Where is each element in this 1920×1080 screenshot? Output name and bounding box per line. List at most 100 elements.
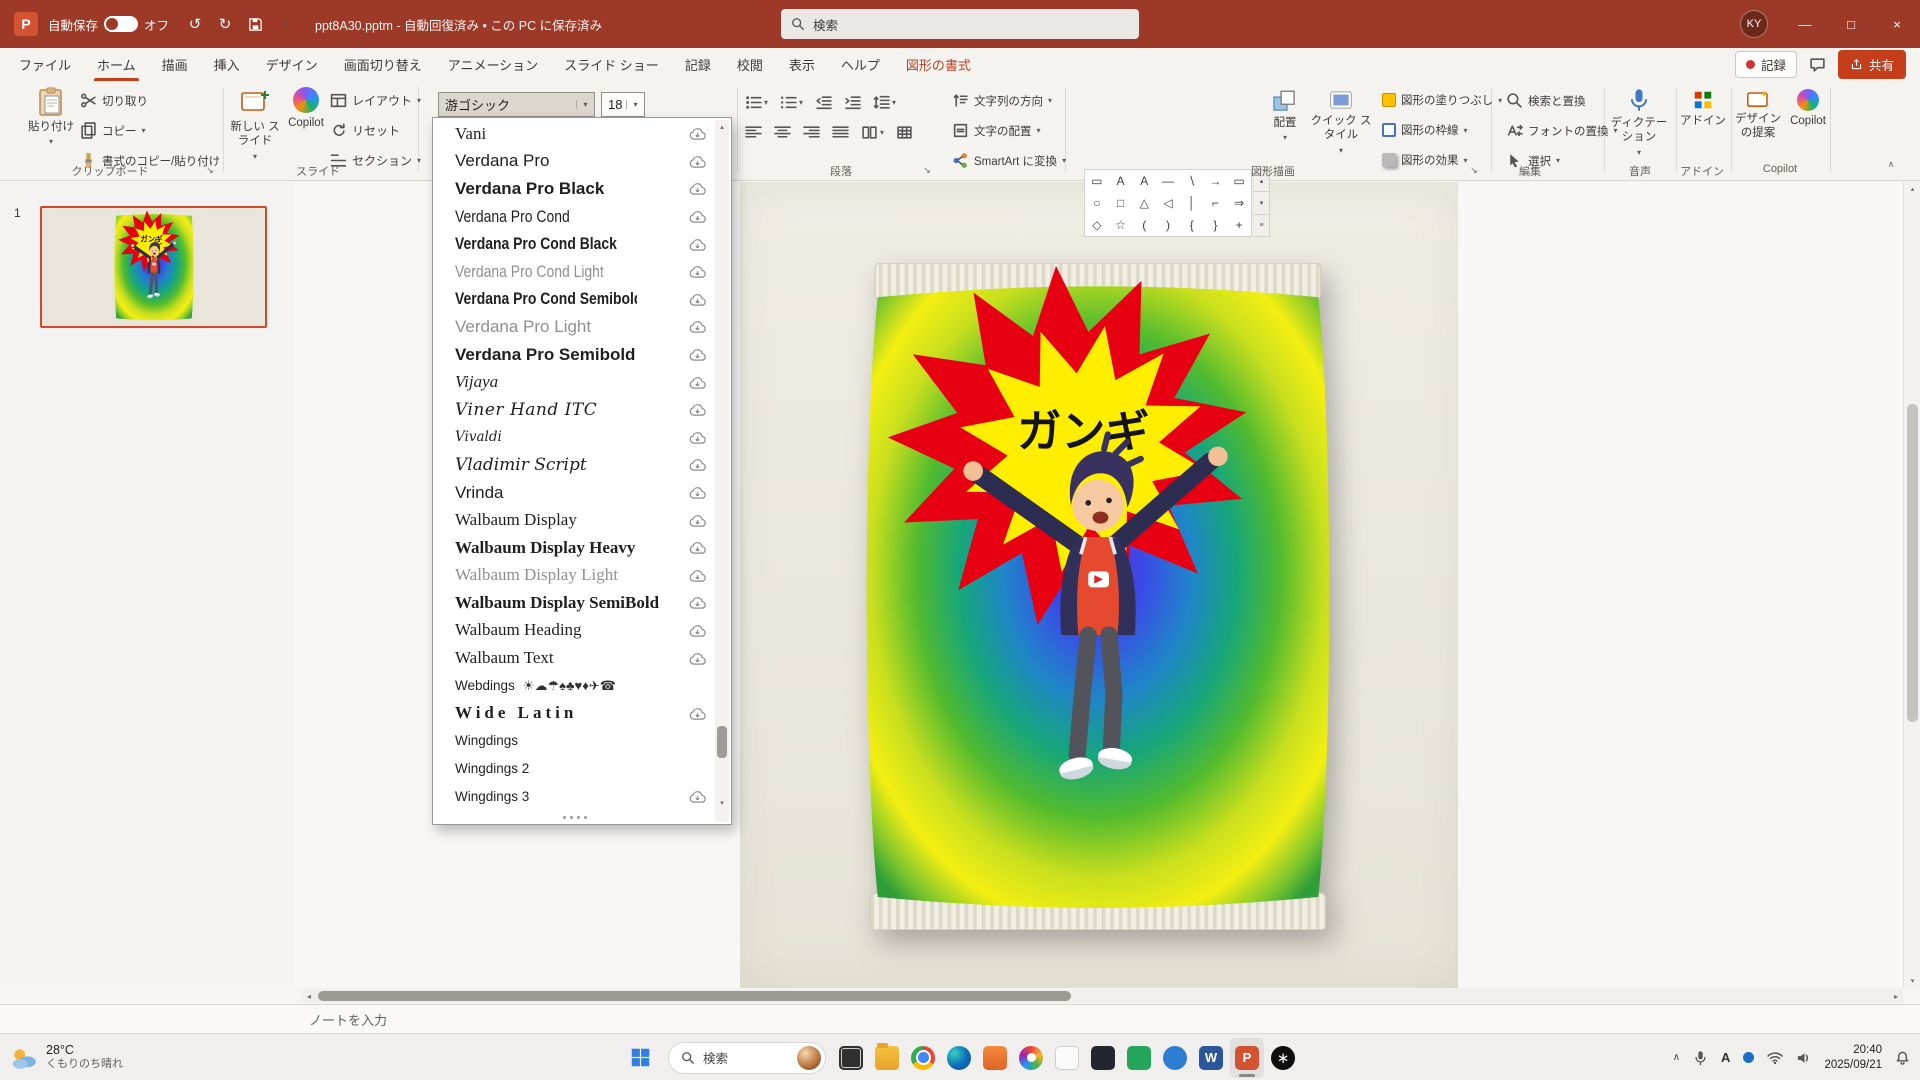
new-slide-button[interactable]: 新しい スライド▾	[228, 87, 282, 162]
hidden-icons-chevron[interactable]: ∧	[1673, 1052, 1680, 1063]
wifi-icon[interactable]	[1767, 1051, 1783, 1065]
user-avatar[interactable]: KY	[1740, 10, 1768, 38]
font-list-item[interactable]: Webdings ☀☁☂♠♣♥♦✈☎	[435, 672, 715, 700]
dropdown-scroll-down-icon[interactable]: ▾	[715, 796, 729, 810]
maximize-button[interactable]: □	[1828, 0, 1874, 48]
shape-option[interactable]: ○	[1085, 192, 1109, 214]
shape-option[interactable]: A	[1109, 170, 1133, 192]
minimize-button[interactable]: —	[1782, 0, 1828, 48]
shape-option[interactable]: ∖	[1180, 170, 1204, 192]
paste-button[interactable]: 貼り付け▾	[26, 87, 76, 147]
font-list-item[interactable]: Wingdings 3	[435, 782, 715, 810]
shape-option[interactable]: □	[1109, 192, 1133, 214]
taskbar-app[interactable]	[906, 1038, 940, 1078]
shape-option[interactable]: +	[1227, 214, 1251, 236]
increase-indent-button[interactable]	[844, 94, 861, 111]
comments-icon[interactable]	[1809, 56, 1826, 73]
shape-option[interactable]: ▭	[1085, 170, 1109, 192]
shape-fill-button[interactable]: 図形の塗りつぶし▾	[1382, 92, 1502, 108]
font-list-item[interactable]: Verdana Pro	[435, 148, 715, 176]
clipboard-dialog-launcher[interactable]: ↘	[203, 163, 217, 177]
record-button[interactable]: 記録	[1735, 51, 1797, 78]
find-replace-button[interactable]: 検索と置換	[1506, 92, 1586, 109]
autosave-toggle[interactable]	[104, 16, 138, 32]
font-list-item[interactable]: Wingdings 2	[435, 755, 715, 783]
ribbon-tab[interactable]: スライド ショー	[551, 48, 672, 81]
copilot-pane-button[interactable]: Copilot	[1786, 89, 1830, 128]
close-button[interactable]: ×	[1874, 0, 1920, 48]
taskbar-app[interactable]	[942, 1038, 976, 1078]
taskbar-app[interactable]	[1158, 1038, 1192, 1078]
font-size-dropdown-icon[interactable]: ▾	[626, 100, 644, 109]
scroll-up-icon[interactable]: ▴	[1904, 182, 1920, 196]
save-icon[interactable]	[241, 10, 269, 38]
redo-icon[interactable]: ↻	[211, 10, 239, 38]
justify-icon[interactable]	[832, 124, 849, 141]
shape-option[interactable]: △	[1132, 192, 1156, 214]
titlebar-search[interactable]: 検索	[781, 9, 1139, 39]
taskbar-app[interactable]: ∗	[1266, 1038, 1300, 1078]
numbering-button[interactable]: ▾	[780, 94, 803, 111]
ribbon-tab[interactable]: 画面切り替え	[331, 48, 435, 81]
shape-option[interactable]: →	[1204, 170, 1228, 192]
shape-option[interactable]: —	[1156, 170, 1180, 192]
taskbar-app[interactable]	[1122, 1038, 1156, 1078]
ribbon-tab[interactable]: 校閲	[724, 48, 776, 81]
scroll-left-icon[interactable]: ◂	[302, 989, 316, 1003]
shape-option[interactable]: A	[1132, 170, 1156, 192]
taskbar-weather[interactable]: 28°C くもりのち晴れ	[10, 1034, 123, 1080]
shape-outline-button[interactable]: 図形の枠線▾	[1382, 122, 1468, 138]
columns-button[interactable]: ▾	[861, 124, 884, 141]
font-list-item[interactable]: Verdana Pro Cond Light	[435, 258, 715, 286]
shape-option[interactable]: ◁	[1156, 192, 1180, 214]
font-list-item[interactable]: Walbaum Display Light	[435, 562, 715, 590]
copilot-ribbon-button[interactable]: Copilot	[284, 87, 328, 130]
scroll-down-icon[interactable]: ▾	[1904, 974, 1920, 988]
shape-option[interactable]: }	[1204, 214, 1228, 236]
ribbon-tab[interactable]: ホーム	[84, 48, 149, 81]
align-right-icon[interactable]	[803, 124, 820, 141]
ribbon-tab[interactable]: 図形の書式	[893, 48, 984, 81]
decrease-indent-button[interactable]	[815, 94, 832, 111]
start-button[interactable]	[620, 1038, 660, 1078]
font-list-item[interactable]: Verdana Pro Cond	[435, 203, 715, 231]
ime-indicator[interactable]: A	[1721, 1050, 1730, 1065]
font-list-item[interactable]: Walbaum Display	[435, 506, 715, 534]
location-icon[interactable]	[1743, 1052, 1754, 1063]
font-list-item[interactable]: Verdana Pro Light	[435, 313, 715, 341]
designer-button[interactable]: デザイン の提案	[1734, 89, 1782, 141]
chip-bag-image[interactable]	[851, 263, 1345, 930]
dropdown-scroll-up-icon[interactable]: ▴	[715, 120, 729, 134]
font-list-item[interactable]: Vladimir Script	[435, 451, 715, 479]
font-size-combobox[interactable]: 18 ▾	[601, 92, 645, 117]
section-button[interactable]: セクション▾	[330, 152, 421, 169]
quick-access-dropdown-icon[interactable]: ▾	[271, 10, 299, 38]
horizontal-scrollbar[interactable]: ◂ ▸	[302, 989, 1903, 1003]
taskbar-app[interactable]	[834, 1038, 868, 1078]
arrange-button[interactable]: 配置▾	[1262, 89, 1308, 143]
align-left-icon[interactable]	[745, 124, 762, 141]
reset-button[interactable]: リセット	[330, 122, 400, 139]
dropdown-resize-grip[interactable]	[435, 811, 715, 823]
ribbon-tab[interactable]: アニメーション	[435, 48, 551, 81]
font-list-item[interactable]: Walbaum Heading	[435, 617, 715, 645]
bullets-button[interactable]: ▾	[745, 94, 768, 111]
search-highlight-icon[interactable]	[797, 1046, 821, 1070]
quick-styles-button[interactable]: クイック スタイル▾	[1310, 89, 1372, 156]
taskbar-app[interactable]: P	[1230, 1038, 1264, 1078]
table-icon[interactable]	[896, 124, 913, 141]
replace-fonts-button[interactable]: フォントの置換▾	[1506, 122, 1618, 139]
font-list-item[interactable]: Verdana Pro Semibold	[435, 341, 715, 369]
horizontal-scroll-thumb[interactable]	[318, 991, 1071, 1001]
drawing-dialog-launcher[interactable]: ↘	[1467, 163, 1481, 177]
font-list-item[interactable]: Verdana Pro Cond Semibold	[435, 286, 715, 314]
font-name-combobox[interactable]: 游ゴシック ▾	[438, 92, 595, 117]
dictate-button[interactable]: ディクテーション▾	[1608, 87, 1670, 158]
collapse-ribbon-icon[interactable]: ∧	[1884, 157, 1898, 171]
shape-option[interactable]: ⌐	[1204, 192, 1228, 214]
ribbon-tab[interactable]: 表示	[776, 48, 828, 81]
dropdown-scroll-thumb[interactable]	[717, 726, 727, 758]
font-list-item[interactable]: Walbaum Text	[435, 644, 715, 672]
convert-to-smartart-button[interactable]: SmartArt に変換▾	[952, 152, 1066, 169]
taskbar-search[interactable]: 検索	[668, 1042, 826, 1074]
